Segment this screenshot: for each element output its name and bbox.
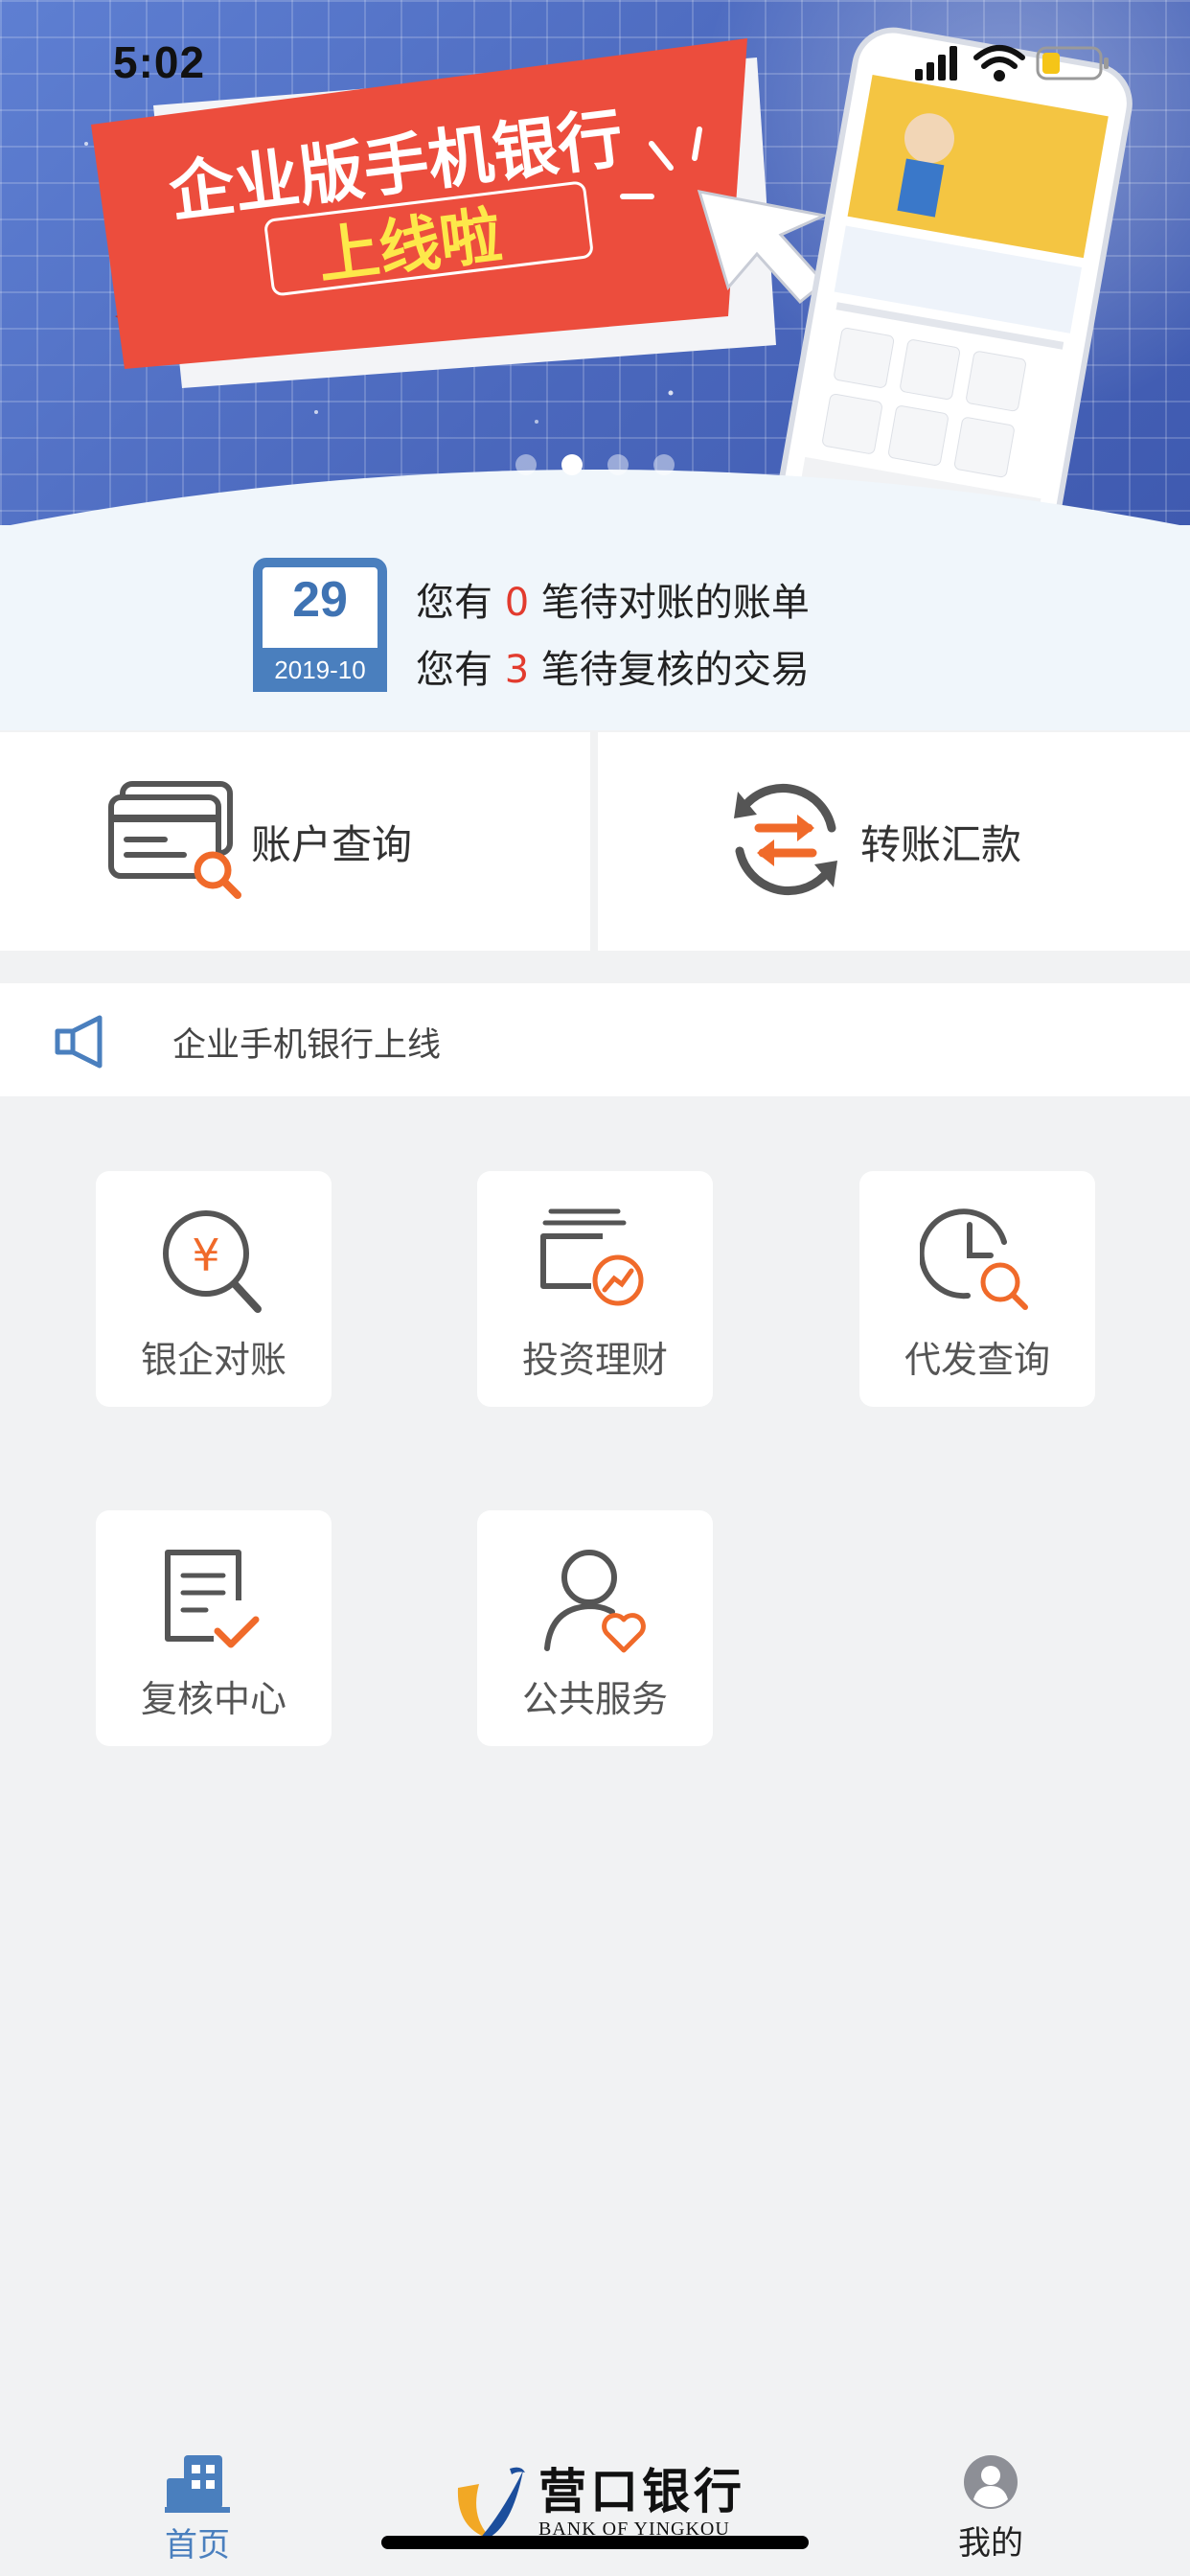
tab-mine[interactable]: 我的: [914, 2453, 1067, 2564]
wallet-growth-icon: [540, 1208, 644, 1306]
calendar-day: 29: [292, 572, 348, 628]
pending-reconciliation-text[interactable]: 您有 0 笔待对账的账单: [416, 571, 810, 627]
carousel-indicator[interactable]: [515, 454, 675, 475]
grid-item-bank-reconciliation[interactable]: ¥ 银企对账: [96, 1171, 332, 1407]
grid-item-payroll-query[interactable]: 代发查询: [859, 1171, 1095, 1407]
tab-home-label: 首页: [165, 2526, 230, 2564]
calendar-month: 2019-10: [253, 648, 387, 692]
status-time: 5:02: [113, 37, 206, 87]
document-check-icon: [165, 1550, 260, 1648]
grid-item-public-service[interactable]: 公共服务: [477, 1510, 713, 1746]
svg-text:¥: ¥: [192, 1230, 219, 1281]
pending-reconciliation-count: 0: [504, 581, 530, 625]
tab-home[interactable]: 首页: [121, 2453, 274, 2565]
tab-bar: 首页 营口银行 BANK OF YINGKOU 我的: [0, 2434, 1190, 2576]
yen-search-icon: ¥: [163, 1210, 262, 1313]
transfer-label: 转账汇款: [860, 821, 1022, 868]
card-search-icon: [108, 781, 241, 899]
grid-item-label: 复核中心: [140, 1678, 286, 1720]
speaker-icon: [55, 1015, 103, 1069]
grid-item-review-center[interactable]: 复核中心: [96, 1510, 332, 1746]
clock-search-icon: [920, 1208, 1028, 1310]
status-icons: [915, 45, 1109, 81]
cellular-signal-icon: [915, 46, 957, 80]
tab-mine-label: 我的: [958, 2524, 1023, 2563]
account-query-button[interactable]: 账户查询: [0, 732, 590, 951]
carousel-dot[interactable]: [607, 454, 629, 475]
pending-review-text[interactable]: 您有 3 笔待复核的交易: [416, 638, 810, 694]
banner-title-line2: 上线啦: [314, 200, 506, 293]
grid-item-label: 代发查询: [904, 1339, 1050, 1381]
transfer-arrows-icon: [734, 783, 837, 896]
battery-icon: [1036, 46, 1109, 80]
transfer-button[interactable]: 转账汇款: [598, 732, 1190, 951]
carousel-dot-active[interactable]: [561, 454, 583, 475]
grid-item-investment[interactable]: 投资理财: [477, 1171, 713, 1407]
grid-item-label: 投资理财: [521, 1339, 668, 1381]
building-icon: [165, 2455, 230, 2513]
pending-notice: 29 2019-10 您有 0 笔待对账的账单 您有 3 笔待复核的交易: [0, 525, 1190, 730]
pending-review-count: 3: [504, 648, 530, 692]
bank-name: 营口银行: [538, 2463, 745, 2519]
announcement-text: 企业手机银行上线: [172, 1026, 442, 1065]
bank-logo-mark-icon: [457, 2467, 525, 2542]
user-avatar-icon: [964, 2455, 1018, 2509]
calendar-badge: 29 2019-10: [253, 558, 387, 692]
grid-item-label: 银企对账: [140, 1339, 286, 1381]
wifi-icon: [973, 45, 1025, 81]
grid-item-label: 公共服务: [521, 1678, 668, 1720]
person-heart-icon: [544, 1550, 646, 1653]
home-indicator[interactable]: [381, 2536, 809, 2549]
status-bar: 5:02: [0, 0, 1190, 125]
announcement-bar[interactable]: 企业手机银行上线: [0, 983, 1190, 1096]
carousel-dot[interactable]: [653, 454, 675, 475]
carousel-dot[interactable]: [515, 454, 537, 475]
account-query-label: 账户查询: [251, 821, 413, 868]
